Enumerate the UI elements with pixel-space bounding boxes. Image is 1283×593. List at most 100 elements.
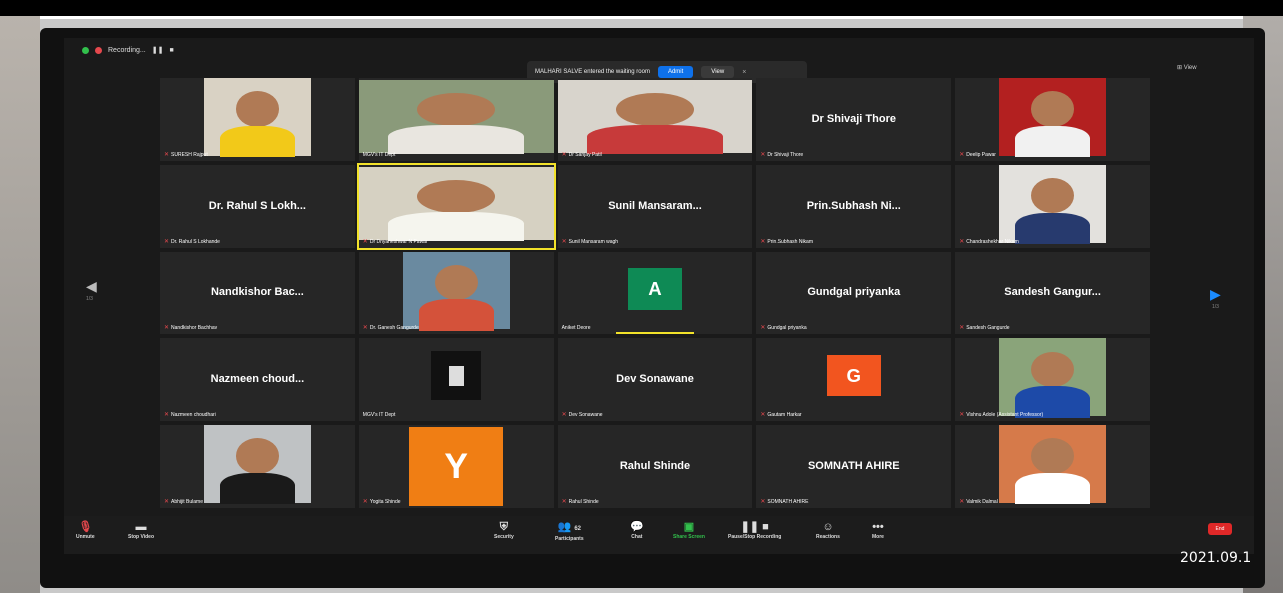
participant-name: Prin.Subhash Nikam [767,238,813,245]
shield-icon [82,46,89,54]
pause-stop-recording-button[interactable]: ❚❚ ■ Pause/Stop Recording [728,520,781,540]
participant-name-label: ✕ Sandesh Gangurde [959,324,1009,331]
recording-label: Recording... [108,46,146,54]
mic-muted-icon: ✕ [760,325,766,332]
prev-page-indicator: 1/3 [86,296,93,302]
end-meeting-button[interactable]: End [1208,523,1232,535]
close-icon[interactable]: × [742,69,746,76]
participant-tile[interactable]: Dr. Rahul S Lokh... ✕ Dr. Rahul S Lokhande [160,164,355,248]
security-label: Security [494,534,514,540]
participant-tile[interactable]: Y ✕ Yogita Shinde [358,425,554,508]
unmute-label: Unmute [76,534,95,540]
participant-tile[interactable]: ✕ Vishnu Adole (Assistant Professor) [955,338,1150,422]
participant-tile[interactable]: ✕ Chandrashekhar Nikam [955,164,1150,248]
record-icon [95,46,102,54]
face-shape [1031,351,1074,388]
face-shape [616,93,694,126]
mic-muted-icon: ✕ [561,412,567,419]
admit-button[interactable]: Admit [657,66,694,78]
participant-tile[interactable]: Sandesh Gangur... ✕ Sandesh Gangurde [955,251,1150,335]
participant-name-label: ✕ Valmik Dalmal [959,498,998,505]
gallery-view-button[interactable]: ⊞ View [1177,64,1197,71]
face-shape [1031,91,1074,127]
participant-name-label: MGV's IT Dept [363,152,396,158]
stop-icon[interactable]: ■ [169,47,173,54]
mic-muted-icon: ✕ [760,238,766,245]
participant-tile[interactable]: ✕ Deelip Pawar [955,78,1150,161]
participant-name-label: ✕ Dr. Ganesh Gangurde [363,324,419,331]
participant-name: Dr Dnyaneshwar N Pawar [369,238,428,245]
participant-tile[interactable]: Dr Shivaji Thore ✕ Dr Shivaji Thore [756,78,952,161]
participant-name: Aniket Deore [561,325,591,332]
participant-name-label: Aniket Deore [562,325,591,331]
reactions-button[interactable]: ☺ Reactions [816,520,840,540]
participant-name-label: ✕ Abhijit Bulame [164,498,203,505]
participant-tile[interactable]: ✕ SURESH Rajput [160,78,355,161]
mic-muted-icon: ✕ [959,238,965,245]
participant-tile[interactable]: Rahul Shinde ✕ Rahul Shinde [557,425,753,508]
pause-stop-icon: ❚❚ ■ [740,521,769,533]
participant-tile[interactable]: G ✕ Gautam Harkar [756,338,952,422]
participant-display-name: Dr Shivaji Thore [811,112,896,125]
recording-indicator[interactable]: Recording... ❚❚ ■ [82,46,174,54]
participant-tile[interactable]: ✕ Dr Dnyaneshwar N Pawar [356,162,556,250]
security-button[interactable]: ⛨ Security [494,520,514,540]
pause-icon[interactable]: ❚❚ [152,46,164,54]
photo-timestamp: 2021.09.1 [1180,550,1252,566]
participant-name: Sandesh Gangurde [966,325,1010,332]
mic-muted-icon: ✕ [760,498,766,505]
mic-muted-icon: ✕ [362,325,368,332]
mic-muted-icon: ✕ [760,412,766,419]
participants-label: Participants [555,536,584,542]
participant-tile[interactable]: Dev Sonawane ✕ Dev Sonawane [557,338,753,422]
mic-muted-icon: ✕ [959,412,965,419]
participant-name: Dev Sonawane [568,412,603,419]
stop-video-button[interactable]: ▬ Stop Video [128,520,154,540]
top-border [0,0,1283,19]
participants-icon: 👥 62 [557,521,582,533]
grid-icon: ⊞ [1177,65,1184,71]
face-shape [235,91,279,127]
participant-display-name: Gundgal priyanka [807,286,901,299]
participant-display-name: Dev Sonawane [616,373,694,386]
face-shape [235,438,279,474]
more-button[interactable]: ••• More [872,520,884,540]
participant-tile[interactable]: ✕ Dr. Ganesh Gangurde [358,251,554,335]
participant-name: Vishnu Adole (Assistant Professor) [966,412,1044,419]
participant-tile[interactable]: Gundgal priyanka ✕ Gundgal priyanka [756,251,952,335]
share-screen-button[interactable]: ▣ Share Screen [673,520,705,540]
participant-name: Valmik Dalmal [966,498,998,505]
view-button[interactable]: View [701,66,735,78]
participant-tile[interactable]: Nandkishor Bac... ✕ Nandkishor Bachhav [160,251,355,335]
participant-tile[interactable]: Nazmeen choud... ✕ Nazmeen choudhari [160,338,355,422]
participant-tile[interactable]: ✕ Valmik Dalmal [955,425,1150,508]
participant-tile[interactable]: Prin.Subhash Ni... ✕ Prin.Subhash Nikam [756,164,952,248]
video-icon: ▬ [135,521,147,533]
mic-muted-icon: ✕ [362,498,368,505]
face-shape [417,179,496,213]
participant-name: MGV's IT Dept [362,151,396,158]
participant-video [557,80,753,155]
participant-name-label: ✕ Dev Sonawane [562,411,603,418]
mic-muted-icon: ✕ [561,238,567,245]
chat-button[interactable]: 💬 Chat [630,520,644,540]
next-page-icon[interactable]: ▶ [1210,286,1221,303]
participant-tile[interactable]: MGV's IT Dept [358,338,554,422]
mic-muted-icon: ✕ [561,151,567,158]
participant-tile[interactable]: Sunil Mansaram... ✕ Sunil Mansaram wagh [557,164,753,248]
participant-name-label: ✕ Dr Shivaji Thore [760,151,803,158]
chat-label: Chat [631,534,643,540]
mic-muted-icon: ✕ [959,151,965,158]
prev-page-icon[interactable]: ◀ [86,278,97,295]
participant-tile[interactable]: MGV's IT Dept [358,78,554,161]
wall-left [0,16,40,593]
participant-tile[interactable]: A Aniket Deore [557,251,753,335]
participant-name: Dr. Ganesh Gangurde [369,325,419,332]
unmute-button[interactable]: 🎙 Unmute [76,520,95,540]
participant-tile[interactable]: SOMNATH AHIRE ✕ SOMNATH AHIRE [756,425,952,508]
participant-tile[interactable]: ✕ Abhijit Bulame [160,425,355,508]
next-page-indicator: 1/3 [1212,304,1219,310]
participants-button[interactable]: 👥 62 Participants [555,520,584,542]
participant-name: MGV's IT Dept [362,412,396,419]
participant-tile[interactable]: ✕ Dr Sanjay Patil [557,78,753,161]
